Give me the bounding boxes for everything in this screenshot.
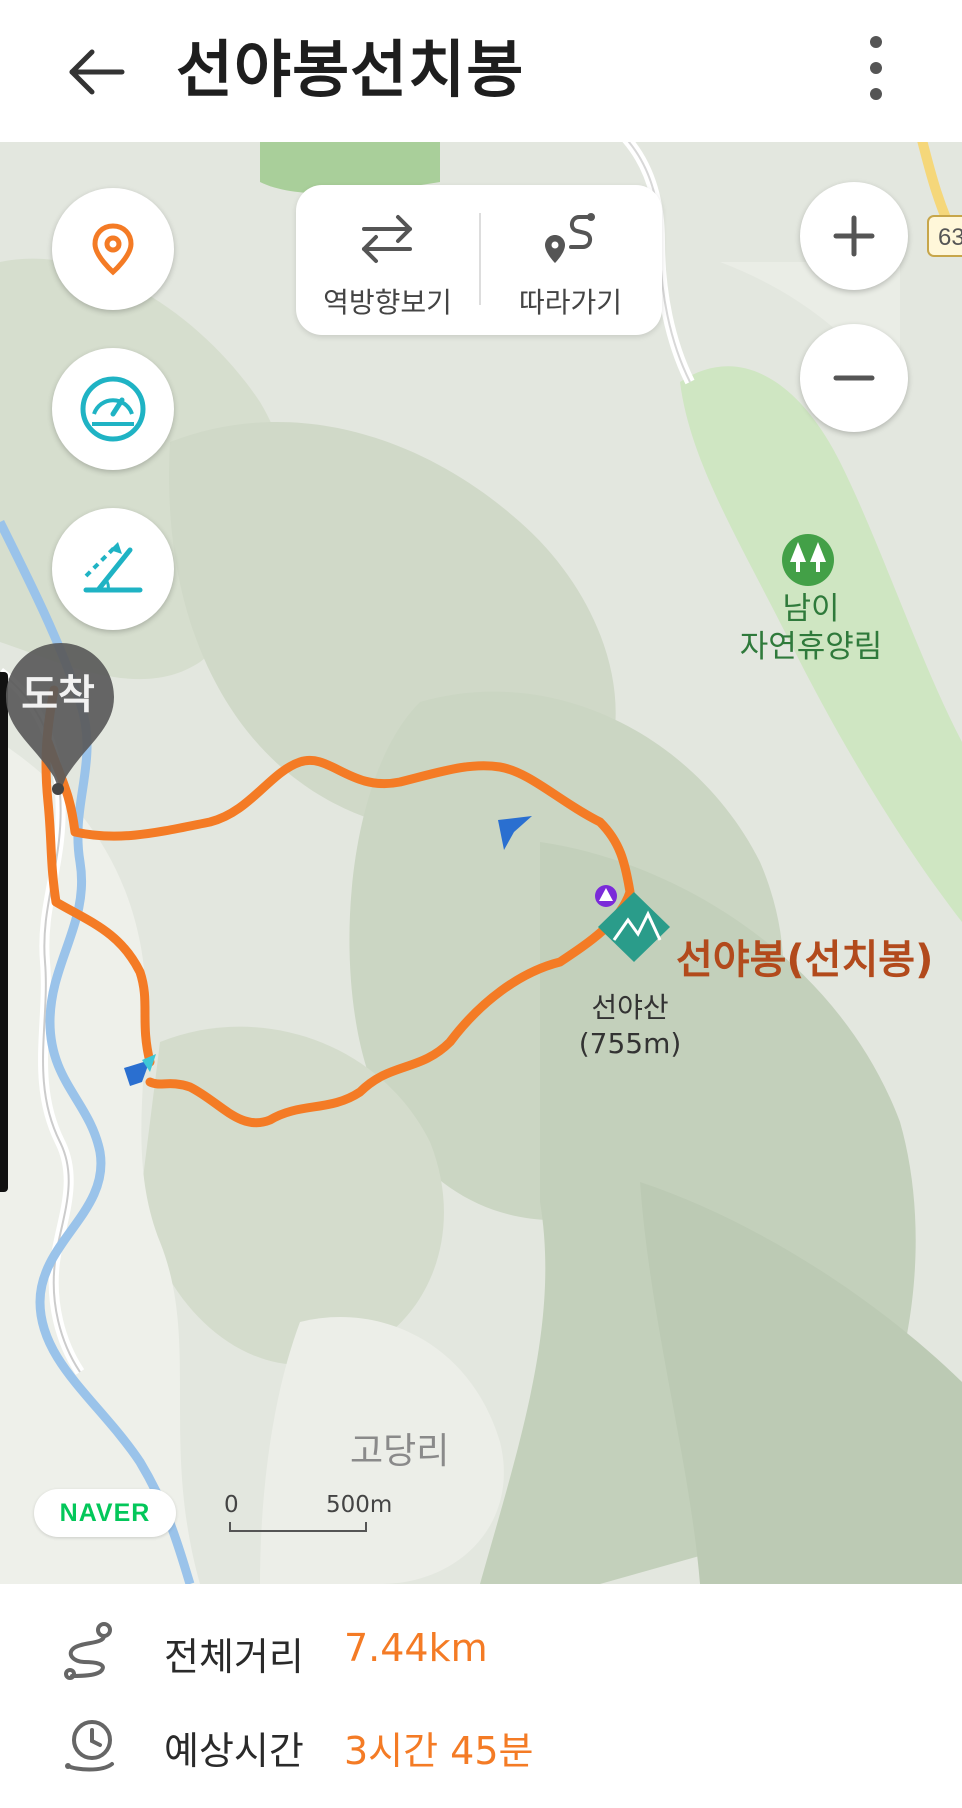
forest-label-line2: 자연휴양림 (739, 629, 883, 665)
peak-label[interactable]: 선야봉(선치봉) (676, 927, 933, 985)
time-value: 3시간 45분 (344, 1729, 534, 1773)
mountain-label-line1: 선야산 (591, 991, 669, 1024)
slope-button[interactable] (52, 508, 174, 630)
distance-value: 7.44km (344, 1626, 488, 1670)
scale-line (229, 1522, 367, 1532)
mountain-label[interactable]: 선야산 (755m) (570, 990, 690, 1062)
minus-icon (833, 375, 875, 381)
back-button[interactable] (64, 36, 136, 108)
distance-row: 전체거리 7.44km (0, 1610, 962, 1690)
zoom-out-button[interactable] (800, 324, 908, 432)
naver-logo[interactable]: NAVER (34, 1489, 176, 1537)
map-view[interactable]: 63 역방향보기 따라가기 도착 남이 자연휴양림 선야봉(선치봉) 선야산 (… (0, 142, 962, 1584)
app-header: 선야봉선치봉 (0, 0, 962, 142)
follow-route-label: 따라가기 (518, 286, 623, 319)
route-distance-icon (64, 1622, 112, 1680)
scale-distance-label: 500m (326, 1492, 393, 1518)
my-location-button[interactable] (52, 188, 174, 310)
swap-arrows-icon (362, 215, 412, 263)
scale-zero-label: 0 (224, 1492, 239, 1518)
location-pin-icon (92, 223, 134, 276)
reverse-view-label: 역방향보기 (323, 286, 452, 319)
forest-badge-icon (782, 534, 834, 586)
arrow-left-icon (69, 49, 125, 95)
forest-label[interactable]: 남이 자연휴양림 (716, 590, 906, 666)
road-number-label: 63 (938, 224, 962, 251)
follow-route-button[interactable]: 따라가기 (479, 185, 662, 335)
page-title: 선야봉선치봉 (176, 33, 525, 106)
zoom-in-button[interactable] (800, 182, 908, 290)
speedometer-icon (80, 376, 146, 442)
mountain-label-line2: (755m) (578, 1027, 682, 1060)
distance-label: 전체거리 (164, 1635, 304, 1679)
forest-label-line1: 남이 (782, 591, 840, 627)
reverse-view-button[interactable]: 역방향보기 (296, 185, 479, 335)
speed-button[interactable] (52, 348, 174, 470)
clock-route-icon (65, 1720, 114, 1772)
arrival-label: 도착 (21, 672, 95, 718)
slope-icon (83, 542, 143, 593)
time-label: 예상시간 (164, 1729, 304, 1773)
route-tools-panel: 역방향보기 따라가기 (296, 185, 662, 335)
village-label: 고당리 (350, 1431, 450, 1472)
time-row: 예상시간 3시간 45분 (0, 1704, 962, 1784)
more-vertical-icon (870, 36, 882, 100)
route-follow-icon (545, 213, 595, 263)
map-scale-bar: 0 500m (224, 1492, 394, 1548)
more-options-button[interactable] (856, 30, 896, 106)
route-summary: 전체거리 7.44km 예상시간 3시간 45분 (0, 1584, 962, 1808)
plus-icon (833, 215, 875, 257)
